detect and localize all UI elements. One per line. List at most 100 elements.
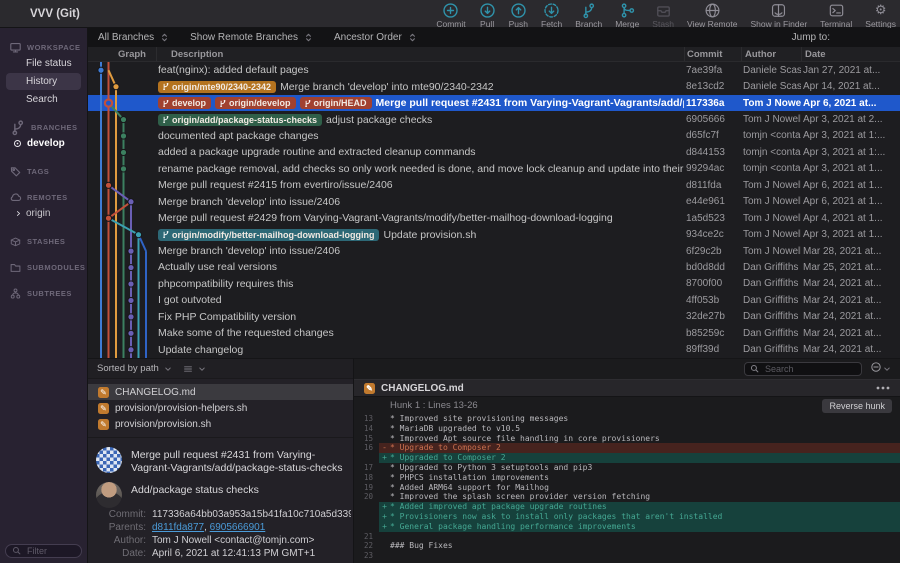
commit-row[interactable]: rename package removal, add checks so on… xyxy=(88,161,900,177)
sidebar-section-label: WORKSPACE xyxy=(27,43,81,52)
file-row-provision-provision-sh[interactable]: ✎provision/provision.sh xyxy=(88,416,353,432)
diff-added-line: +* Upgraded to Composer 2 xyxy=(354,453,900,463)
graph-cell xyxy=(88,309,156,325)
commit-row[interactable]: Actually use real versionsbd0d8ddDan Gri… xyxy=(88,259,900,275)
sidebar-section-stashes[interactable]: STASHES xyxy=(0,235,87,248)
finder-icon xyxy=(770,2,787,18)
sidebar-section-subtrees[interactable]: SUBTREES xyxy=(0,287,87,300)
toolbar-settings-button[interactable]: ⚙Settings xyxy=(865,2,896,29)
sidebar-section-remotes[interactable]: REMOTES xyxy=(0,191,87,204)
file-row-provision-provision-helpers-sh[interactable]: ✎provision/provision-helpers.sh xyxy=(88,400,353,416)
cloud-icon xyxy=(9,191,22,204)
commit-metadata: Commit:117336a64bb03a953a15b41fa10c710a5… xyxy=(88,508,351,560)
diff-options-button[interactable] xyxy=(876,386,890,390)
sort-by-path-control[interactable]: Sorted by path xyxy=(97,363,159,374)
diff-marker xyxy=(379,463,390,473)
commit-row[interactable]: origin/modify/better-mailhog-download-lo… xyxy=(88,226,900,242)
sidebar-section-workspace[interactable]: WORKSPACE xyxy=(0,41,87,54)
commit-subject: Merge pull request #2415 from evertiro/i… xyxy=(158,179,393,191)
toolbar-merge-button[interactable]: Merge xyxy=(615,2,639,29)
parent-commit-link[interactable]: 6905666901 xyxy=(210,522,266,533)
sidebar-item-search[interactable]: Search xyxy=(6,91,81,108)
sidebar-section-submodules[interactable]: SUBMODULES xyxy=(0,261,87,274)
branch-badge[interactable]: develop xyxy=(158,97,211,109)
branch-badge[interactable]: origin/develop xyxy=(215,97,296,109)
diff-context-line: 18* PHPCS installation improvements xyxy=(354,473,900,483)
sidebar-item-file-status[interactable]: File status xyxy=(6,55,81,72)
sidebar-filter-input[interactable] xyxy=(25,545,75,557)
commit-row[interactable]: Merge branch 'develop' into issue/2406e4… xyxy=(88,194,900,210)
detail-value: 117336a64bb03a953a15b41fa10c710a5d339ea6… xyxy=(152,509,351,520)
push-icon xyxy=(510,2,527,18)
sidebar-item-develop[interactable]: develop xyxy=(6,135,81,152)
commit-icon xyxy=(442,2,459,18)
sidebar-item-label: History xyxy=(26,76,57,87)
commit-author: Tom J Nowell <... xyxy=(741,98,801,109)
commit-hash: 89ff39d xyxy=(684,344,741,355)
commit-author: Tom J Nowell <c... xyxy=(741,246,801,257)
parent-commit-link[interactable]: d811fda877 xyxy=(152,522,204,533)
graph-cell xyxy=(88,276,156,292)
order-select[interactable]: Ancestor Order xyxy=(334,32,416,43)
diff-context-line: 17* Upgraded to Python 3 setuptools and … xyxy=(354,463,900,473)
commit-row[interactable]: Make some of the requested changesb85259… xyxy=(88,325,900,341)
toolbar-commit-button[interactable]: Commit xyxy=(436,2,465,29)
commit-row[interactable]: Fix PHP Compatibility version32de27bDan … xyxy=(88,309,900,325)
commit-row[interactable]: origin/mte90/2340-2342Merge branch 'deve… xyxy=(88,78,900,94)
remote-branches-select[interactable]: Show Remote Branches xyxy=(190,32,312,43)
commit-row[interactable]: developorigin/developorigin/HEADMerge pu… xyxy=(88,95,900,111)
graph-cell xyxy=(88,259,156,275)
commit-row[interactable]: Update changelog89ff39dDan Griffiths <dg… xyxy=(88,341,900,357)
detail-row-author: Author:Tom J Nowell <contact@tomjn.com> xyxy=(88,534,351,547)
toolbar-pull-button[interactable]: Pull xyxy=(479,2,496,29)
toolbar-terminal-button[interactable]: Terminal xyxy=(820,2,852,29)
sidebar-section-label: SUBMODULES xyxy=(27,263,85,272)
line-number: 22 xyxy=(354,541,379,551)
toolbar-push-button[interactable]: Push xyxy=(509,2,528,29)
commit-author: tomjn <contact@... xyxy=(741,163,801,174)
commit-row[interactable]: documented apt package changesd65fc7ftom… xyxy=(88,128,900,144)
line-number xyxy=(354,453,379,463)
reverse-hunk-button[interactable]: Reverse hunk xyxy=(822,399,892,413)
sidebar-filter[interactable] xyxy=(5,544,82,558)
toolbar-fetch-button[interactable]: Fetch xyxy=(541,2,562,29)
branch-filter-select[interactable]: All Branches xyxy=(98,32,168,43)
branch-badge[interactable]: origin/add/package-status-checks xyxy=(158,114,322,126)
file-name: provision/provision.sh xyxy=(115,419,211,430)
commit-row[interactable]: added a package upgrade routine and extr… xyxy=(88,144,900,160)
commit-row[interactable]: I got outvoted4ff053bDan Griffiths <dg..… xyxy=(88,292,900,308)
updown-stepper-icon xyxy=(305,33,312,42)
diff-text: * General package handling performance i… xyxy=(390,522,636,532)
sidebar-section-label: STASHES xyxy=(27,237,65,246)
commit-row[interactable]: phpcompatibility requires this8700f00Dan… xyxy=(88,276,900,292)
toolbar-branch-button[interactable]: Branch xyxy=(575,2,602,29)
commit-row[interactable]: Merge branch 'develop' into issue/24066f… xyxy=(88,243,900,259)
diff-search-input[interactable] xyxy=(763,363,856,375)
sidebar-item-origin[interactable]: origin xyxy=(6,205,81,222)
jump-to-label: Jump to: xyxy=(792,32,830,43)
view-mode-list-icon xyxy=(183,364,193,374)
commit-date: Mar 24, 2021 at... xyxy=(801,328,900,339)
commit-row[interactable]: Merge pull request #2429 from Varying-Va… xyxy=(88,210,900,226)
graph-cell xyxy=(88,144,156,160)
merge-icon xyxy=(619,2,636,18)
sidebar-item-history[interactable]: History xyxy=(6,73,81,90)
commit-row[interactable]: origin/add/package-status-checksadjust p… xyxy=(88,111,900,127)
commit-subject: phpcompatibility requires this xyxy=(158,278,293,290)
toolbar-show-in-finder-button[interactable]: Show in Finder xyxy=(750,2,807,29)
commit-row[interactable]: feat(nginx): added default pages7ae39faD… xyxy=(88,62,900,78)
branch-badge[interactable]: origin/modify/better-mailhog-download-lo… xyxy=(158,229,379,241)
toolbar-view-remote-button[interactable]: View Remote xyxy=(687,2,737,29)
diff-filter-button[interactable] xyxy=(870,360,891,378)
sidebar-section-tags[interactable]: TAGS xyxy=(0,165,87,178)
branch-badge[interactable]: origin/HEAD xyxy=(300,97,372,109)
sidebar-section-branches[interactable]: BRANCHES xyxy=(0,121,87,134)
file-row-changelog-md[interactable]: ✎CHANGELOG.md xyxy=(88,384,353,400)
detail-value: d811fda877, 6905666901 xyxy=(152,522,351,533)
commit-row[interactable]: Merge pull request #2415 from evertiro/i… xyxy=(88,177,900,193)
file-name: CHANGELOG.md xyxy=(115,387,196,398)
diff-search-box[interactable] xyxy=(744,362,862,376)
commit-messages: Merge pull request #2431 from Varying-Va… xyxy=(88,437,353,508)
branch-badge[interactable]: origin/mte90/2340-2342 xyxy=(158,81,276,93)
changed-files-list: ✎CHANGELOG.md✎provision/provision-helper… xyxy=(88,379,353,432)
